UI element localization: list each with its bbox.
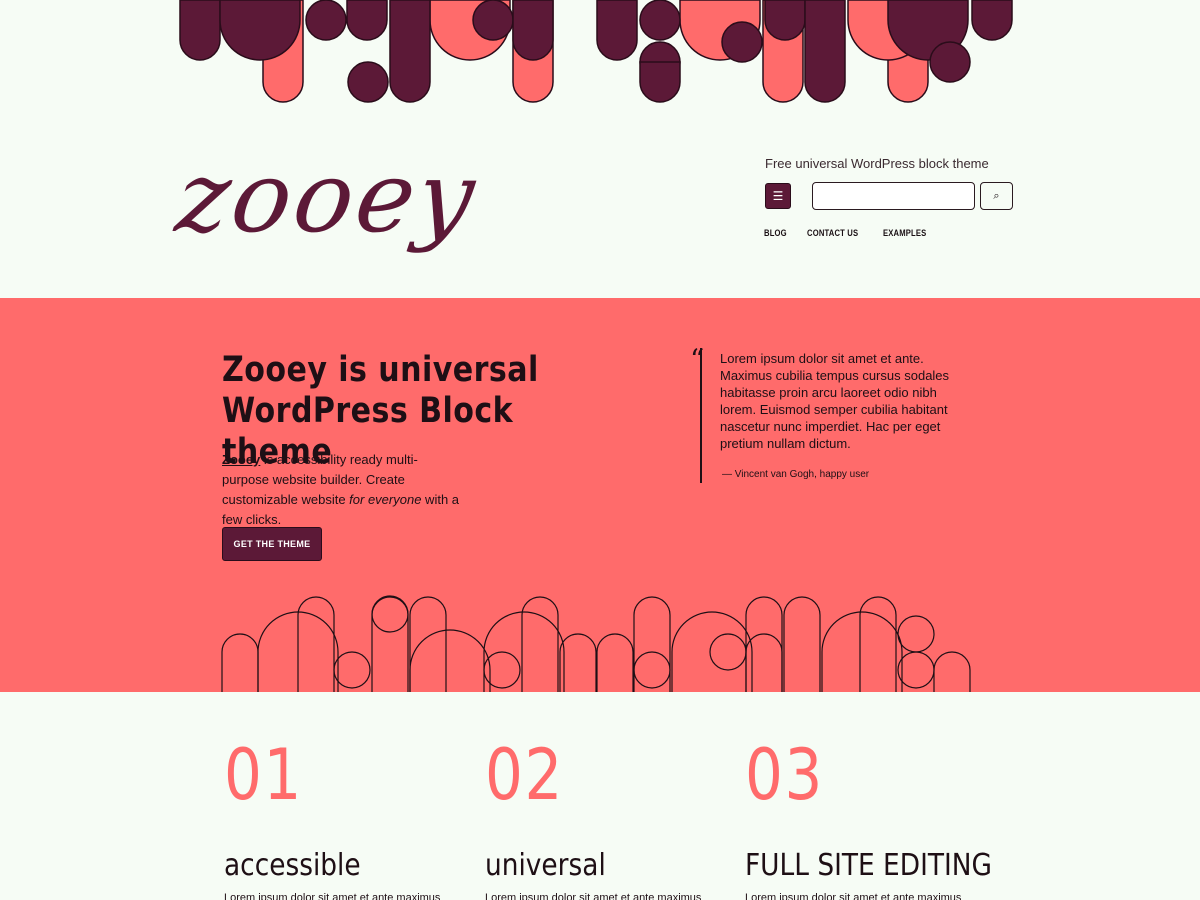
- search-icon: ⌕: [993, 189, 1000, 202]
- get-theme-button[interactable]: GET THE THEME: [222, 527, 322, 561]
- menu-icon: ☰: [772, 189, 784, 203]
- feature-title: FULL SITE EDITING: [745, 848, 992, 883]
- feature-text: Lorem ipsum dolor sit amet et ante maxim…: [224, 892, 441, 900]
- feature-card: 02 universal Lorem ipsum dolor sit amet …: [485, 738, 715, 900]
- site-tagline: Free universal WordPress block theme: [765, 156, 989, 171]
- quote-citation: — Vincent van Gogh, happy user: [722, 469, 870, 480]
- nav-item-blog[interactable]: BLOG: [764, 228, 787, 238]
- brand-link[interactable]: Zooey: [222, 452, 260, 467]
- nav-item-contact-us[interactable]: CONTACT US: [807, 228, 858, 238]
- quote-text: Lorem ipsum dolor sit amet et ante. Maxi…: [720, 351, 950, 451]
- hero-text-emphasis: for everyone: [349, 492, 422, 507]
- hero-section: Zooey is universal WordPress Block theme…: [0, 298, 1200, 692]
- search-input[interactable]: [812, 182, 975, 210]
- feature-title: universal: [485, 848, 606, 883]
- hero-decoration: [221, 595, 971, 692]
- feature-text: Lorem ipsum dolor sit amet et ante maxim…: [485, 892, 702, 900]
- site-logo[interactable]: zooey: [170, 141, 484, 255]
- menu-button[interactable]: ☰: [765, 183, 791, 209]
- feature-card: 03 FULL SITE EDITING Lorem ipsum dolor s…: [745, 734, 992, 900]
- hero-description: Zooey is accessibility ready multi-purpo…: [222, 450, 462, 530]
- testimonial-quote: Lorem ipsum dolor sit amet et ante. Maxi…: [700, 348, 975, 483]
- nav-item-examples[interactable]: EXAMPLES: [883, 228, 926, 238]
- feature-number: 01: [224, 734, 304, 816]
- feature-number: 03: [745, 734, 825, 816]
- main-nav: BLOG CONTACT US EXAMPLES: [764, 228, 934, 238]
- header-decoration: [179, 0, 1013, 103]
- feature-text: Lorem ipsum dolor sit amet et ante maxim…: [745, 892, 962, 900]
- feature-title: accessible: [224, 848, 361, 883]
- feature-card: 01 accessible Lorem ipsum dolor sit amet…: [224, 738, 454, 900]
- search-button[interactable]: ⌕: [980, 182, 1013, 210]
- feature-number: 02: [485, 734, 565, 816]
